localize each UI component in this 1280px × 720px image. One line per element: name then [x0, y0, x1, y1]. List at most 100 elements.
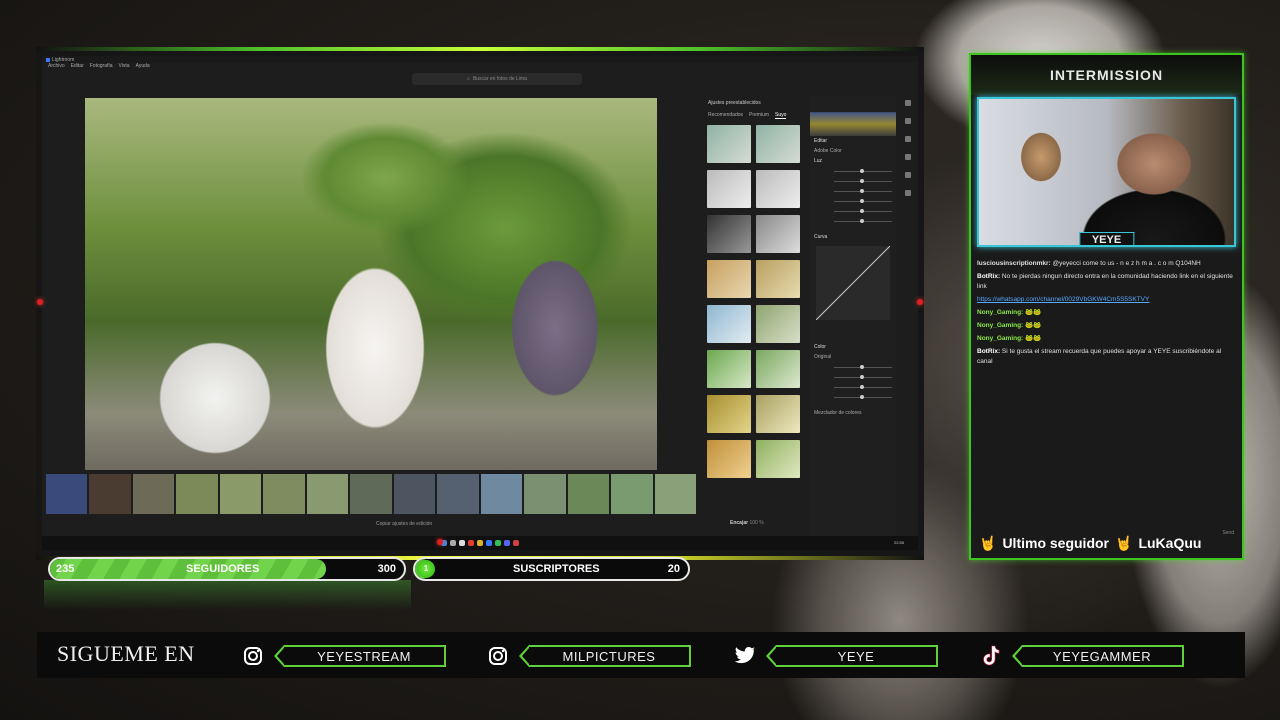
exposure-slider[interactable] — [810, 166, 896, 176]
preset-thumb[interactable] — [707, 440, 751, 478]
last-follower-name: LuKaQuu — [1138, 535, 1202, 551]
light-section[interactable]: Luz — [810, 156, 896, 166]
film-thumb[interactable] — [567, 474, 610, 514]
chat-username[interactable]: lusciousinscriptionmkr: — [977, 260, 1053, 267]
heal-tool-icon[interactable] — [905, 136, 911, 142]
profile-row[interactable]: Adobe Color — [810, 146, 896, 156]
lightroom-icon[interactable] — [486, 540, 492, 546]
spotify-icon[interactable] — [495, 540, 501, 546]
preset-thumbnails — [702, 125, 802, 478]
discord-icon[interactable] — [504, 540, 510, 546]
film-thumb[interactable] — [89, 474, 131, 514]
film-thumb[interactable] — [524, 474, 566, 514]
copy-settings-label[interactable]: Copiar ajustes de edición — [376, 521, 432, 527]
crop-tool-icon[interactable] — [905, 118, 911, 124]
film-thumb[interactable] — [263, 474, 305, 514]
menu-item-fotografia[interactable]: Fotografía — [90, 63, 113, 69]
film-thumb[interactable] — [350, 474, 392, 514]
preset-thumb[interactable] — [707, 350, 751, 388]
menu-item-vista[interactable]: Vista — [119, 63, 130, 69]
chat-username[interactable]: BotRix: — [977, 273, 1002, 280]
curve-section[interactable]: Curva — [810, 232, 896, 242]
app-icon[interactable] — [513, 540, 519, 546]
obs-icon[interactable] — [459, 540, 465, 546]
shadows-slider[interactable] — [810, 196, 896, 206]
taskbar-clock: 22:55 — [894, 540, 905, 545]
contrast-slider[interactable] — [810, 176, 896, 186]
blacks-slider[interactable] — [810, 216, 896, 226]
preset-thumb[interactable] — [707, 305, 751, 343]
menu-item-ayuda[interactable]: Ayuda — [136, 63, 150, 69]
saturation-slider[interactable] — [810, 392, 896, 402]
preset-thumb[interactable] — [707, 395, 751, 433]
webcam-chat-panel: INTERMISSION YEYE lusciousinscriptionmkr… — [969, 53, 1244, 560]
chat-message: BotRix: Si te gusta el stream recuerda q… — [977, 347, 1236, 367]
social-handle[interactable]: YEYESTREAM — [274, 645, 446, 667]
goal-glow — [44, 580, 411, 610]
preset-thumb[interactable] — [707, 125, 751, 163]
film-thumb[interactable] — [654, 474, 697, 514]
tab-suyo[interactable]: Suyo — [775, 112, 787, 119]
film-thumb[interactable] — [132, 474, 175, 514]
tint-slider[interactable] — [810, 372, 896, 382]
film-thumb[interactable] — [46, 474, 88, 514]
film-thumb[interactable] — [219, 474, 262, 514]
color-mixer-row[interactable]: Mezclador de colores — [810, 408, 896, 418]
zoom-fit[interactable]: Encajar 100 % — [730, 520, 764, 526]
preset-thumb[interactable] — [707, 260, 751, 298]
film-thumb[interactable] — [306, 474, 349, 514]
whites-slider[interactable] — [810, 206, 896, 216]
webcam-feed: YEYE — [977, 97, 1236, 247]
main-photo[interactable] — [85, 98, 657, 470]
social-handle[interactable]: YEYEGAMMER — [1012, 645, 1184, 667]
preset-thumb[interactable] — [756, 395, 800, 433]
tab-premium[interactable]: Premium — [749, 112, 769, 119]
temp-slider[interactable] — [810, 362, 896, 372]
explorer-icon[interactable] — [477, 540, 483, 546]
chat-username[interactable]: Nony_Gaming: — [977, 335, 1025, 342]
preset-thumb[interactable] — [707, 215, 751, 253]
chat-link[interactable]: https://whatsapp.com/channel/0029VbGKW4C… — [977, 296, 1149, 303]
preset-thumb[interactable] — [756, 215, 800, 253]
chat-username[interactable]: Nony_Gaming: — [977, 309, 1025, 316]
social-handle[interactable]: YEYE — [766, 645, 938, 667]
social-title: SIGUEME EN — [57, 641, 195, 666]
tab-recomendados[interactable]: Recomendados — [708, 112, 743, 119]
social-item-instagram-1[interactable]: YEYESTREAM — [242, 645, 446, 667]
social-item-twitter[interactable]: YEYE — [734, 645, 938, 667]
preset-thumb[interactable] — [756, 305, 800, 343]
menu-item-editar[interactable]: Editar — [71, 63, 84, 69]
preset-thumb[interactable] — [756, 170, 800, 208]
social-handle[interactable]: MILPICTURES — [519, 645, 691, 667]
search-icon[interactable] — [450, 540, 456, 546]
social-item-instagram-2[interactable]: MILPICTURES — [487, 645, 691, 667]
last-follower-label: Ultimo seguidor — [1002, 535, 1109, 551]
preset-thumb[interactable] — [756, 260, 800, 298]
color-section[interactable]: Color — [810, 342, 896, 352]
film-thumb[interactable] — [437, 474, 479, 514]
send-button[interactable]: Send — [1222, 530, 1234, 536]
film-thumb[interactable] — [611, 474, 653, 514]
mask-tool-icon[interactable] — [905, 154, 911, 160]
highlights-slider[interactable] — [810, 186, 896, 196]
social-item-tiktok[interactable]: YEYEGAMMER — [980, 645, 1184, 667]
white-balance-row[interactable]: Original — [810, 352, 896, 362]
tone-curve[interactable] — [816, 246, 890, 320]
chrome-icon[interactable] — [468, 540, 474, 546]
chat-message: lusciousinscriptionmkr: @yeyecci come to… — [977, 259, 1236, 269]
film-thumb[interactable] — [176, 474, 218, 514]
search-input[interactable]: ⌕ Buscar en fotos de Lima — [412, 73, 582, 85]
redeye-tool-icon[interactable] — [905, 172, 911, 178]
film-thumb[interactable] — [393, 474, 436, 514]
preset-thumb[interactable] — [707, 170, 751, 208]
vibrance-slider[interactable] — [810, 382, 896, 392]
chat-username[interactable]: Nony_Gaming: — [977, 322, 1025, 329]
preset-thumb[interactable] — [756, 350, 800, 388]
menu-item-archivo[interactable]: Archivo — [48, 63, 65, 69]
film-thumb[interactable] — [480, 474, 523, 514]
edit-tool-icon[interactable] — [905, 100, 911, 106]
preset-thumb[interactable] — [756, 125, 800, 163]
chat-username[interactable]: BotRix: — [977, 348, 1002, 355]
preset-thumb[interactable] — [756, 440, 800, 478]
presets-tool-icon[interactable] — [905, 190, 911, 196]
